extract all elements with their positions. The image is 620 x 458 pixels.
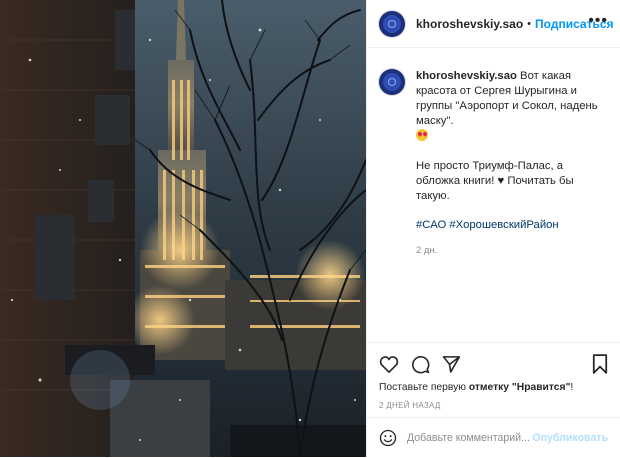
share-icon[interactable] — [442, 355, 461, 373]
post-actions: Поставьте первую отметку "Нравится"! 2 Д… — [367, 342, 620, 458]
star-struck-emoji-icon — [416, 129, 428, 141]
header-username[interactable]: khoroshevskiy.sao — [416, 17, 523, 31]
avatar[interactable] — [379, 10, 405, 37]
likes-text: Поставьте первую отметку "Нравится"! — [367, 376, 620, 393]
post-side-panel: khoroshevskiy.sao • Подписаться ••• khor… — [366, 0, 620, 457]
likes-suffix: ! — [570, 382, 574, 393]
posted-ago[interactable]: 2 ДНЕЙ НАЗАД — [367, 393, 620, 410]
post-photo[interactable] — [0, 0, 366, 457]
likes-prefix: Поставьте первую — [379, 382, 469, 393]
comment-input[interactable]: Добавьте комментарий... — [407, 432, 532, 444]
like-link[interactable]: отметку "Нравится" — [469, 382, 571, 393]
caption-time: 2 дн. — [416, 245, 438, 256]
caption-username[interactable]: khoroshevskiy.sao — [416, 70, 517, 82]
bookmark-icon[interactable] — [592, 354, 608, 374]
post-caption: khoroshevskiy.sao Вот какая красота от С… — [367, 48, 620, 258]
heart-icon[interactable] — [379, 355, 399, 373]
triumph-palace-snow-photo — [0, 0, 366, 457]
hashtags[interactable]: #САО #ХорошевскийРайон — [416, 218, 608, 233]
header-separator: • — [527, 17, 532, 30]
comment-box: Добавьте комментарий... Опубликовать — [367, 417, 620, 458]
post-comment-button[interactable]: Опубликовать — [532, 432, 608, 444]
post-header: khoroshevskiy.sao • Подписаться ••• — [367, 0, 620, 48]
caption-avatar[interactable] — [379, 69, 405, 95]
smiley-icon[interactable] — [379, 429, 397, 447]
more-dots-icon[interactable]: ••• — [588, 13, 608, 29]
comment-icon[interactable] — [411, 355, 430, 374]
